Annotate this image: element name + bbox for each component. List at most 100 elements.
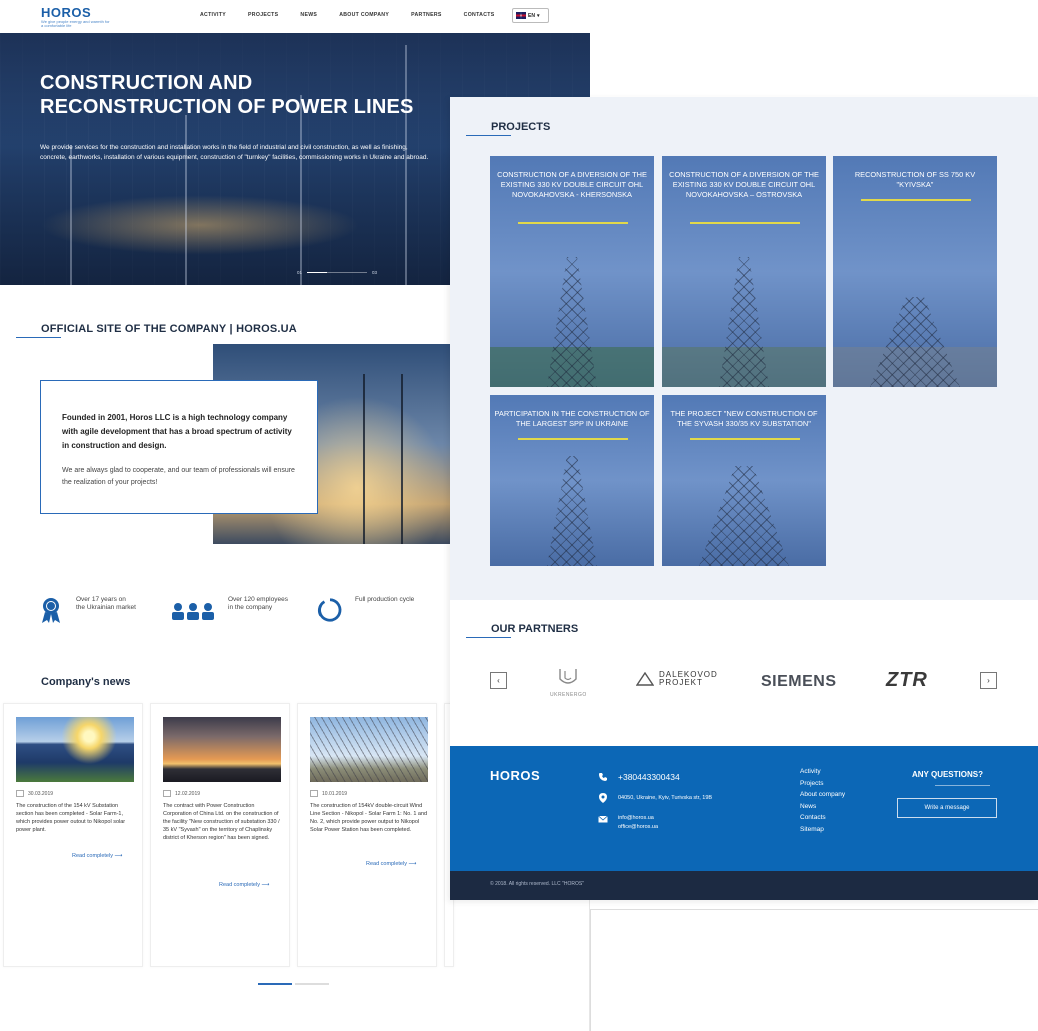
arrow-right-icon: ⟶ (408, 861, 417, 867)
language-select[interactable]: EN ▾ (512, 8, 549, 23)
copyright-bar: © 2018. All rights reserved. LLC "HOROS" (450, 871, 1038, 900)
arrow-right-icon: ⟶ (114, 853, 123, 859)
logo-text: HOROS (41, 5, 92, 20)
slide-progress (307, 271, 368, 273)
section-underline (16, 337, 61, 338)
partner-name: UKRENERGO (550, 692, 587, 698)
language-value: EN (528, 12, 535, 19)
copyright-text: © 2018. All rights reserved. LLC "HOROS" (490, 881, 584, 887)
team-icon (172, 603, 214, 620)
partner-logo-dalekovod[interactable]: DALEKOVOD PROJEKT (636, 671, 759, 687)
news-card[interactable]: 30.03.2019 The construction of the 154 k… (3, 703, 143, 967)
partner-logo-siemens[interactable]: SIEMENS (761, 673, 837, 691)
chevron-left-icon: ‹ (497, 676, 500, 685)
substation-silhouette (870, 297, 960, 387)
background-screen (590, 909, 1038, 1031)
project-underline (690, 438, 800, 440)
slide-total: 03 (372, 269, 378, 275)
partners-heading: OUR PARTNERS (491, 623, 579, 635)
news-image-solar (16, 717, 134, 782)
read-more-link[interactable]: Read completely ⟶ (72, 853, 122, 859)
nav-item-partners[interactable]: PARTNERS (411, 12, 442, 18)
footer-link-contacts[interactable]: Contacts (800, 814, 845, 821)
project-card[interactable]: THE PROJECT "NEW CONSTRUCTION OF THE SYV… (662, 395, 826, 566)
hero-title: CONSTRUCTION AND RECONSTRUCTION OF POWER… (40, 72, 414, 118)
partner-logo-ztr[interactable]: ZTR (886, 669, 928, 692)
footer-link-activity[interactable]: Activity (800, 768, 845, 775)
news-date: 30.03.2019 (16, 790, 53, 797)
feature-employees: Over 120 employees in the company (170, 596, 288, 624)
calendar-icon (310, 790, 318, 797)
feature-years: Over 17 years on the Ukrainian market (38, 596, 136, 624)
site-header: HOROS We give people energy and warmth f… (0, 0, 590, 33)
partner-name: DALEKOVOD PROJEKT (659, 670, 718, 687)
project-card[interactable]: CONSTRUCTION OF A DIVERSION OF THE EXIST… (662, 156, 826, 387)
email-info[interactable]: info@horos.ua (618, 814, 658, 823)
chevron-right-icon: › (987, 676, 990, 685)
cycle-icon (317, 598, 342, 622)
hero-tower (70, 145, 72, 285)
project-title: PARTICIPATION IN THE CONSTRUCTION OF THE… (494, 409, 650, 428)
logo-tagline: We give people energy and warmth for a c… (41, 19, 110, 28)
nav-item-activity[interactable]: ACTIVITY (200, 12, 226, 18)
phone-icon (599, 773, 607, 781)
project-underline (518, 438, 628, 440)
section-underline (466, 637, 511, 638)
nav-item-news[interactable]: NEWS (300, 12, 317, 18)
news-date: 10.01.2019 (310, 790, 347, 797)
partners-next-button[interactable]: › (980, 672, 997, 689)
ukrenergo-icon (559, 669, 578, 684)
chevron-down-icon: ▾ (536, 12, 540, 19)
hero-slider-pager[interactable]: 01 03 (297, 268, 387, 276)
project-card[interactable]: PARTICIPATION IN THE CONSTRUCTION OF THE… (490, 395, 654, 566)
footer-phone[interactable]: +380443300434 (598, 772, 680, 782)
feature-text: Over 17 years on the Ukrainian market (76, 596, 136, 611)
project-title: RECONSTRUCTION OF SS 750 KV "KYIVSKA" (854, 170, 976, 189)
footer-link-about[interactable]: About company (800, 791, 845, 798)
news-card[interactable]: 10.01.2019 The construction of 154kV dou… (297, 703, 437, 967)
nav-item-contacts[interactable]: CONTACTS (464, 12, 495, 18)
hero-text: We provide services for the construction… (40, 144, 429, 161)
calendar-icon (163, 790, 171, 797)
location-pin-icon (599, 793, 607, 803)
write-message-button[interactable]: Write a message (897, 798, 997, 818)
project-card[interactable]: RECONSTRUCTION OF SS 750 KV "KYIVSKA" (833, 156, 997, 387)
news-date-text: 10.01.2019 (322, 790, 348, 797)
news-slider-pager[interactable] (258, 983, 329, 985)
medal-icon (42, 598, 60, 623)
pager-dot-active[interactable] (258, 983, 292, 985)
main-nav: ACTIVITY PROJECTS NEWS ABOUT COMPANY PAR… (200, 12, 495, 18)
mail-icon (598, 815, 608, 823)
project-underline (518, 222, 628, 224)
project-card[interactable]: CONSTRUCTION OF A DIVERSION OF THE EXIST… (490, 156, 654, 387)
footer-email[interactable]: info@horos.ua office@horos.ua (598, 814, 658, 832)
footer-logo[interactable]: HOROS (490, 768, 540, 783)
arrow-right-icon: ⟶ (261, 882, 270, 888)
pager-dot[interactable] (295, 983, 329, 985)
pylon-silhouette (719, 257, 769, 387)
feature-text: Full production cycle (355, 596, 415, 603)
footer-link-sitemap[interactable]: Sitemap (800, 826, 845, 833)
projects-heading: PROJECTS (491, 121, 551, 133)
project-underline (861, 199, 971, 201)
slide-current: 01 (297, 269, 303, 275)
nav-item-about[interactable]: ABOUT COMPANY (339, 12, 389, 18)
email-office[interactable]: office@horos.ua (618, 823, 658, 832)
read-more-label: Read completely (72, 853, 113, 859)
news-card[interactable]: 12.02.2019 The contract with Power Const… (150, 703, 290, 967)
read-more-link[interactable]: Read completely ⟶ (219, 882, 269, 888)
hero-tower (300, 95, 302, 285)
partner-logo-ukrenergo[interactable]: UKRENERGO (550, 667, 587, 698)
site-logo[interactable]: HOROS We give people energy and warmth f… (41, 5, 111, 28)
partners-prev-button[interactable]: ‹ (490, 672, 507, 689)
feature-cycle: Full production cycle (317, 596, 415, 624)
read-more-label: Read completely (366, 861, 407, 867)
footer-links: Activity Projects About company News Con… (800, 768, 845, 833)
read-more-link[interactable]: Read completely ⟶ (366, 861, 416, 867)
uk-flag-icon (516, 12, 526, 19)
news-image-construction (310, 717, 428, 782)
footer-link-projects[interactable]: Projects (800, 780, 845, 787)
footer-link-news[interactable]: News (800, 803, 845, 810)
news-heading: Company's news (41, 676, 131, 688)
nav-item-projects[interactable]: PROJECTS (248, 12, 278, 18)
